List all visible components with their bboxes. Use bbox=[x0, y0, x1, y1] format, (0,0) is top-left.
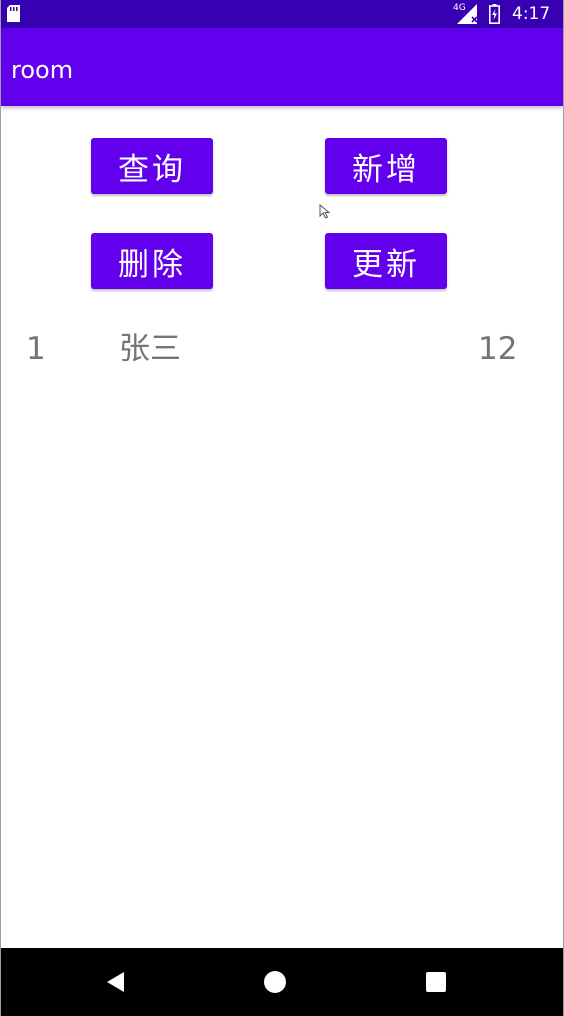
add-button[interactable]: 新增 bbox=[325, 138, 447, 194]
back-button[interactable] bbox=[100, 967, 130, 997]
battery-charging-icon bbox=[489, 4, 500, 24]
clock: 4:17 bbox=[512, 4, 551, 24]
home-button[interactable] bbox=[260, 967, 290, 997]
status-bar: 4G 4:17 bbox=[1, 0, 563, 28]
sim-card-icon bbox=[7, 5, 20, 22]
back-icon bbox=[107, 972, 124, 992]
home-icon bbox=[264, 971, 286, 993]
record-name: 张三 bbox=[119, 331, 181, 367]
mouse-cursor-icon bbox=[319, 204, 331, 219]
recent-apps-button[interactable] bbox=[421, 967, 451, 997]
update-button[interactable]: 更新 bbox=[325, 233, 447, 289]
navigation-bar bbox=[1, 948, 563, 1016]
app-screen: 4G 4:17 room 查询 新增 删除 更新 1 张三 12 bbox=[0, 0, 564, 1016]
record-id: 1 bbox=[26, 331, 46, 367]
delete-button[interactable]: 删除 bbox=[91, 233, 213, 289]
app-title: room bbox=[11, 56, 74, 84]
signal-icon bbox=[457, 4, 478, 24]
app-bar: room bbox=[1, 28, 563, 106]
recent-apps-icon bbox=[426, 972, 446, 992]
record-age: 12 bbox=[478, 331, 518, 367]
query-button[interactable]: 查询 bbox=[91, 138, 213, 194]
